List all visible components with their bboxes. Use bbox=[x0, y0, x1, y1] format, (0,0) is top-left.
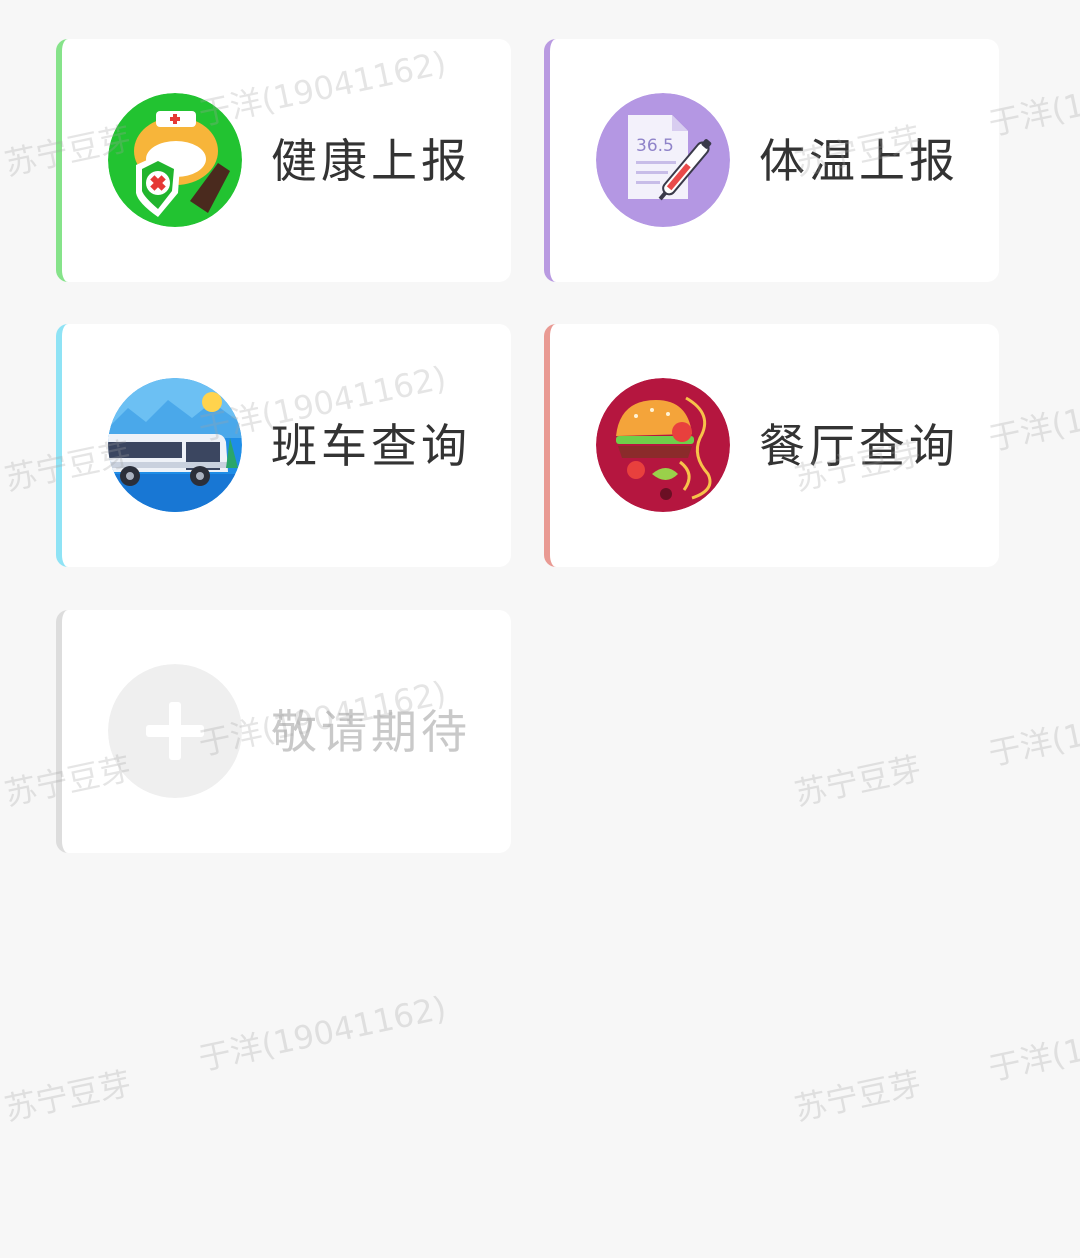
watermark-company: 苏宁豆芽 bbox=[791, 1064, 925, 1129]
bus-icon bbox=[108, 378, 242, 512]
watermark-user: 于洋(19041162) bbox=[985, 998, 1080, 1089]
restaurant-card[interactable]: 餐厅查询 bbox=[544, 324, 999, 567]
temperature-report-card[interactable]: 36.5 体温上报 bbox=[544, 39, 999, 282]
coming-soon-card: 敬请期待 bbox=[56, 610, 511, 853]
watermark-company: 苏宁豆芽 bbox=[1, 1064, 135, 1129]
temp-reading: 36.5 bbox=[636, 136, 674, 156]
plus-icon bbox=[108, 664, 242, 798]
health-report-card[interactable]: 健康上报 bbox=[56, 39, 511, 282]
watermark-company: 苏宁豆芽 bbox=[791, 749, 925, 814]
card-label: 班车查询 bbox=[271, 419, 471, 473]
burger-icon bbox=[596, 378, 730, 512]
health-mask-icon bbox=[108, 93, 242, 227]
watermark-user: 于洋(19041162) bbox=[195, 988, 450, 1079]
card-label: 体温上报 bbox=[759, 134, 959, 188]
shuttle-bus-card[interactable]: 班车查询 bbox=[56, 324, 511, 567]
card-label: 敬请期待 bbox=[271, 705, 471, 759]
card-label: 餐厅查询 bbox=[759, 419, 959, 473]
card-label: 健康上报 bbox=[271, 134, 471, 188]
watermark-user: 于洋(19041162) bbox=[985, 683, 1080, 774]
thermometer-icon: 36.5 bbox=[596, 93, 730, 227]
